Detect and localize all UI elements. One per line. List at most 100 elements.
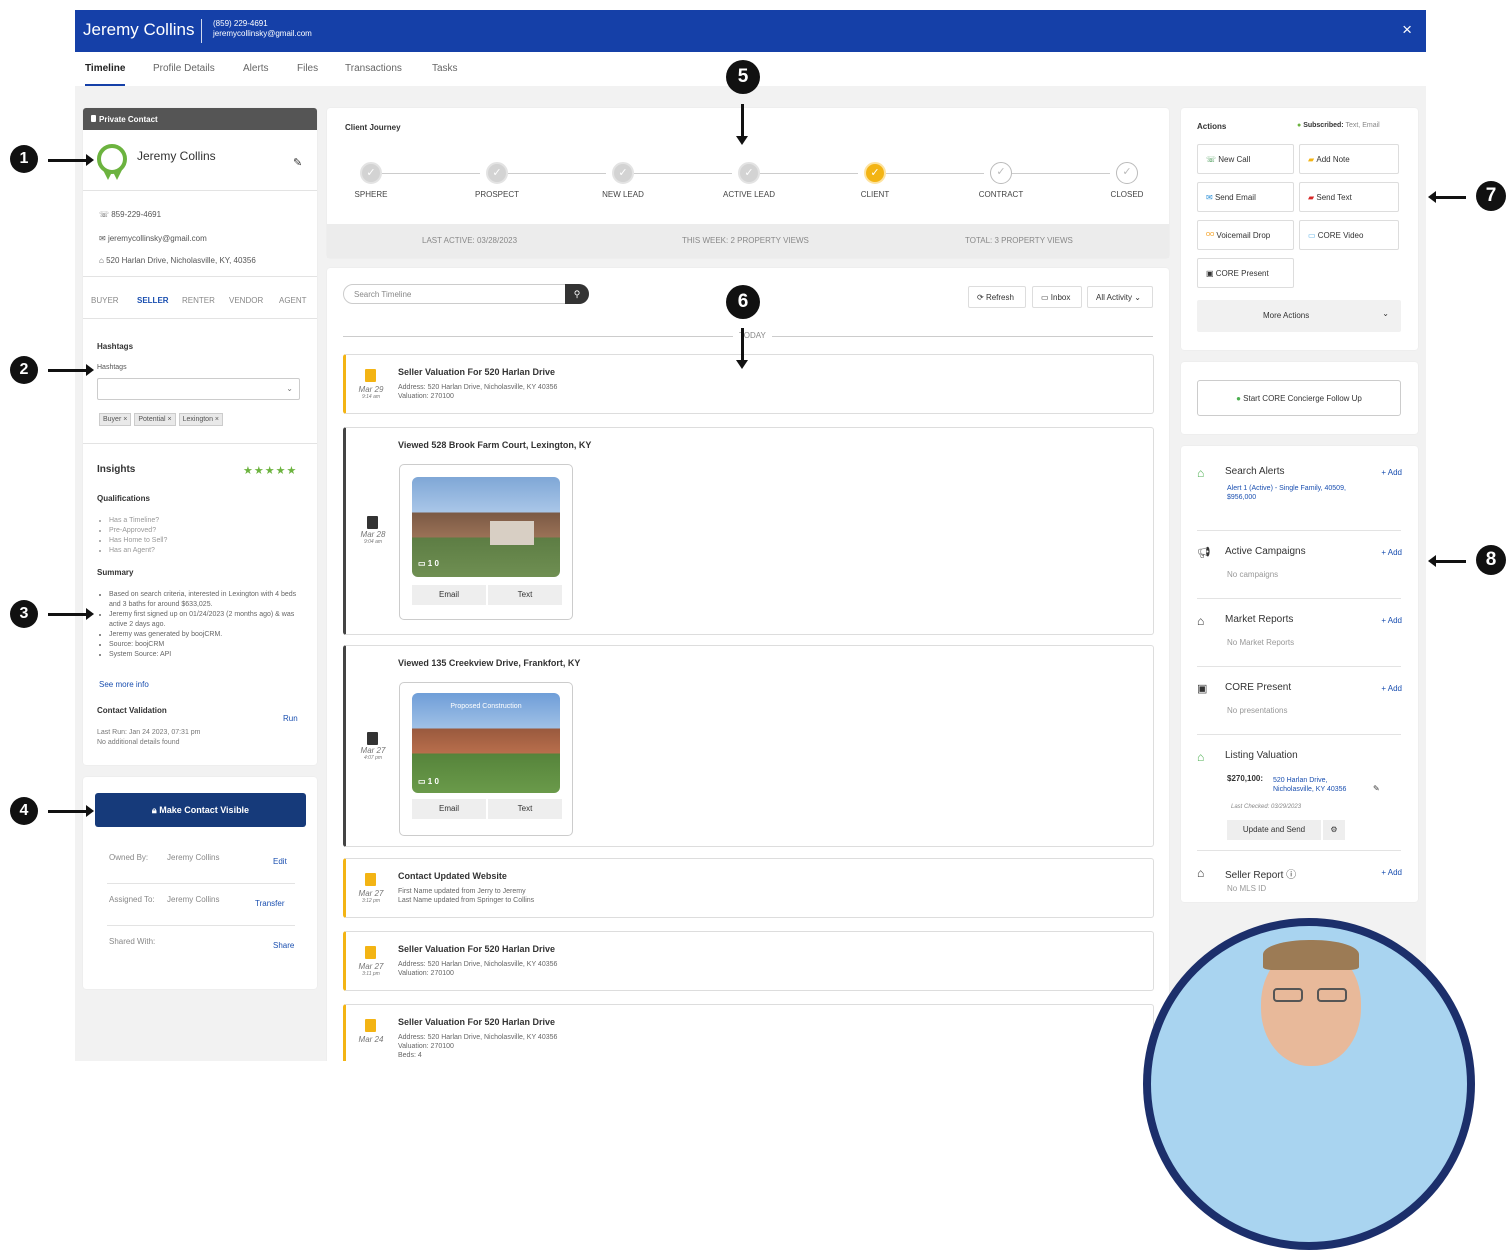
contact-email-text: jeremycollinsky@gmail.com: [107, 234, 207, 243]
timeline-event[interactable]: Mar 24 Seller Valuation For 520 Harlan D…: [343, 1004, 1154, 1061]
qualification-item: Has Home to Sell?: [109, 536, 167, 546]
tab-timeline[interactable]: Timeline: [85, 63, 125, 74]
property-preview-card[interactable]: Proposed Construction ▭ 1 0 Email Text: [399, 682, 573, 836]
journey-step-new-lead[interactable]: ✓: [612, 162, 634, 184]
hashtags-select[interactable]: ⌄: [97, 378, 300, 400]
no-presentations-text: No presentations: [1227, 706, 1288, 715]
share-link[interactable]: Share: [273, 941, 294, 950]
update-and-send-button[interactable]: Update and Send: [1227, 820, 1321, 840]
start-concierge-button[interactable]: ● Start CORE Concierge Follow Up: [1197, 380, 1401, 416]
contact-email[interactable]: ✉ jeremycollinsky@gmail.com: [99, 234, 207, 243]
refresh-button[interactable]: ⟳ Refresh: [968, 286, 1026, 308]
event-time: 9:04 am: [363, 539, 383, 545]
search-alert-item[interactable]: Alert 1 (Active) - Single Family, 40509,…: [1227, 484, 1346, 502]
send-email-button[interactable]: ✉ Send Email: [1197, 182, 1294, 212]
journey-step-contract[interactable]: ✓: [990, 162, 1012, 184]
email-property-button[interactable]: Email: [412, 799, 486, 819]
property-photo[interactable]: Proposed Construction ▭ 1 0: [412, 693, 560, 793]
journey-step-label: PROSPECT: [474, 190, 519, 199]
tab-files[interactable]: Files: [297, 63, 318, 74]
role-tab-agent[interactable]: AGENT: [279, 296, 307, 305]
role-tab-seller[interactable]: SELLER: [137, 296, 169, 305]
timeline-event[interactable]: Mar 28 9:04 am Viewed 528 Brook Farm Cour…: [343, 427, 1154, 635]
add-search-alert-link[interactable]: + Add: [1381, 468, 1402, 477]
journey-step-prospect[interactable]: ✓: [486, 162, 508, 184]
core-present-button[interactable]: ▣ CORE Present: [1197, 258, 1294, 288]
arrowhead-icon: [86, 364, 94, 376]
journey-step-sphere[interactable]: ✓: [360, 162, 382, 184]
hashtag-chip[interactable]: Lexington ×: [178, 413, 224, 426]
subscription-status: ● Subscribed: Text, Email: [1297, 122, 1380, 129]
journey-connector: [382, 173, 480, 174]
hashtag-chip[interactable]: Potential ×: [134, 413, 176, 426]
refresh-icon: ⟳: [977, 292, 986, 302]
text-property-button[interactable]: Text: [488, 799, 562, 819]
tab-profile-details[interactable]: Profile Details: [153, 63, 215, 74]
add-note-button[interactable]: ▰ Add Note: [1299, 144, 1399, 174]
search-timeline-input[interactable]: Search Timeline ⚲: [343, 284, 589, 304]
listing-valuation-address[interactable]: 520 Harlan Drive, Nicholasville, KY 4035…: [1273, 776, 1346, 794]
make-contact-visible-button[interactable]: 🔒︎ Make Contact Visible: [95, 793, 306, 827]
text-property-button[interactable]: Text: [488, 585, 562, 605]
tab-alerts[interactable]: Alerts: [243, 63, 269, 74]
last-active-stat: LAST ACTIVE: 03/28/2023: [422, 236, 518, 245]
journey-step-client[interactable]: ✓: [864, 162, 886, 184]
add-note-label: Add Note: [1316, 154, 1350, 164]
summary-title: Summary: [97, 568, 134, 577]
house-icon: ⌂: [1197, 866, 1205, 880]
divider: [1197, 850, 1401, 851]
tab-transactions[interactable]: Transactions: [345, 63, 402, 74]
role-tab-vendor[interactable]: VENDOR: [229, 296, 263, 305]
core-present-section: ▣ CORE Present + Add No presentations: [1197, 682, 1402, 722]
event-title: Seller Valuation For 520 Harlan Drive: [398, 1017, 556, 1027]
run-validation-link[interactable]: Run: [283, 714, 298, 723]
search-icon[interactable]: ⚲: [565, 284, 589, 304]
timeline-event[interactable]: Mar 29 9:14 am Seller Valuation For 520 H…: [343, 354, 1154, 414]
transfer-link[interactable]: Transfer: [255, 899, 285, 908]
add-presentation-link[interactable]: + Add: [1381, 684, 1402, 693]
listing-address-line: Nicholasville, KY 40356: [1273, 786, 1347, 793]
event-detail-line: Beds: 4: [398, 1052, 422, 1059]
core-video-label: CORE Video: [1317, 230, 1364, 240]
property-photo[interactable]: ▭ 1 0: [412, 477, 560, 577]
send-text-button[interactable]: ▰ Send Text: [1299, 182, 1399, 212]
add-seller-report-link[interactable]: + Add: [1381, 868, 1402, 877]
journey-connector: [634, 173, 732, 174]
inbox-button[interactable]: ▭ Inbox: [1032, 286, 1082, 308]
active-tab-underline: [85, 84, 125, 86]
new-call-button[interactable]: ☏ New Call: [1197, 144, 1294, 174]
info-icon[interactable]: ⓘ: [1286, 870, 1296, 881]
journey-step-closed[interactable]: ✓: [1116, 162, 1138, 184]
add-campaign-link[interactable]: + Add: [1381, 548, 1402, 557]
see-more-info-link[interactable]: See more info: [99, 680, 149, 689]
edit-pencil-icon[interactable]: ✎: [1373, 784, 1380, 793]
journey-connector: [886, 173, 984, 174]
role-tab-buyer[interactable]: BUYER: [91, 296, 119, 305]
arrowhead-icon: [86, 805, 94, 817]
timeline-event[interactable]: Mar 27 4:07 pm Viewed 135 Creekview Drive…: [343, 645, 1154, 847]
edit-pencil-icon[interactable]: ✎: [293, 156, 302, 169]
core-video-button[interactable]: ▭ CORE Video: [1299, 220, 1399, 250]
event-date-text: Mar 24: [358, 1035, 384, 1044]
hashtags-heading: Hashtags: [97, 342, 134, 351]
hashtag-chip[interactable]: Buyer ×: [99, 413, 132, 426]
document-icon: [367, 516, 378, 529]
property-preview-card[interactable]: ▭ 1 0 Email Text: [399, 464, 573, 620]
house-icon: ⌂: [1197, 614, 1205, 628]
journey-connector: [760, 173, 858, 174]
timeline-event[interactable]: Mar 27 3:12 pm Contact Updated Website Fi…: [343, 858, 1154, 918]
tab-tasks[interactable]: Tasks: [432, 63, 458, 74]
email-property-button[interactable]: Email: [412, 585, 486, 605]
close-icon[interactable]: ×: [1402, 20, 1412, 40]
more-actions-dropdown[interactable]: More Actions ⌄: [1197, 300, 1401, 332]
gear-icon[interactable]: ⚙: [1323, 820, 1345, 840]
event-date: Mar 27 3:12 pm: [353, 889, 389, 904]
all-activity-dropdown[interactable]: All Activity ⌄: [1087, 286, 1153, 308]
journey-step-active-lead[interactable]: ✓: [738, 162, 760, 184]
role-tab-renter[interactable]: RENTER: [182, 296, 215, 305]
timeline-event[interactable]: Mar 27 3:11 pm Seller Valuation For 520 H…: [343, 931, 1154, 991]
add-market-report-link[interactable]: + Add: [1381, 616, 1402, 625]
voicemail-drop-button[interactable]: ᴼᴼ Voicemail Drop: [1197, 220, 1294, 250]
edit-owner-link[interactable]: Edit: [273, 857, 287, 866]
all-activity-label: All Activity: [1096, 292, 1133, 302]
